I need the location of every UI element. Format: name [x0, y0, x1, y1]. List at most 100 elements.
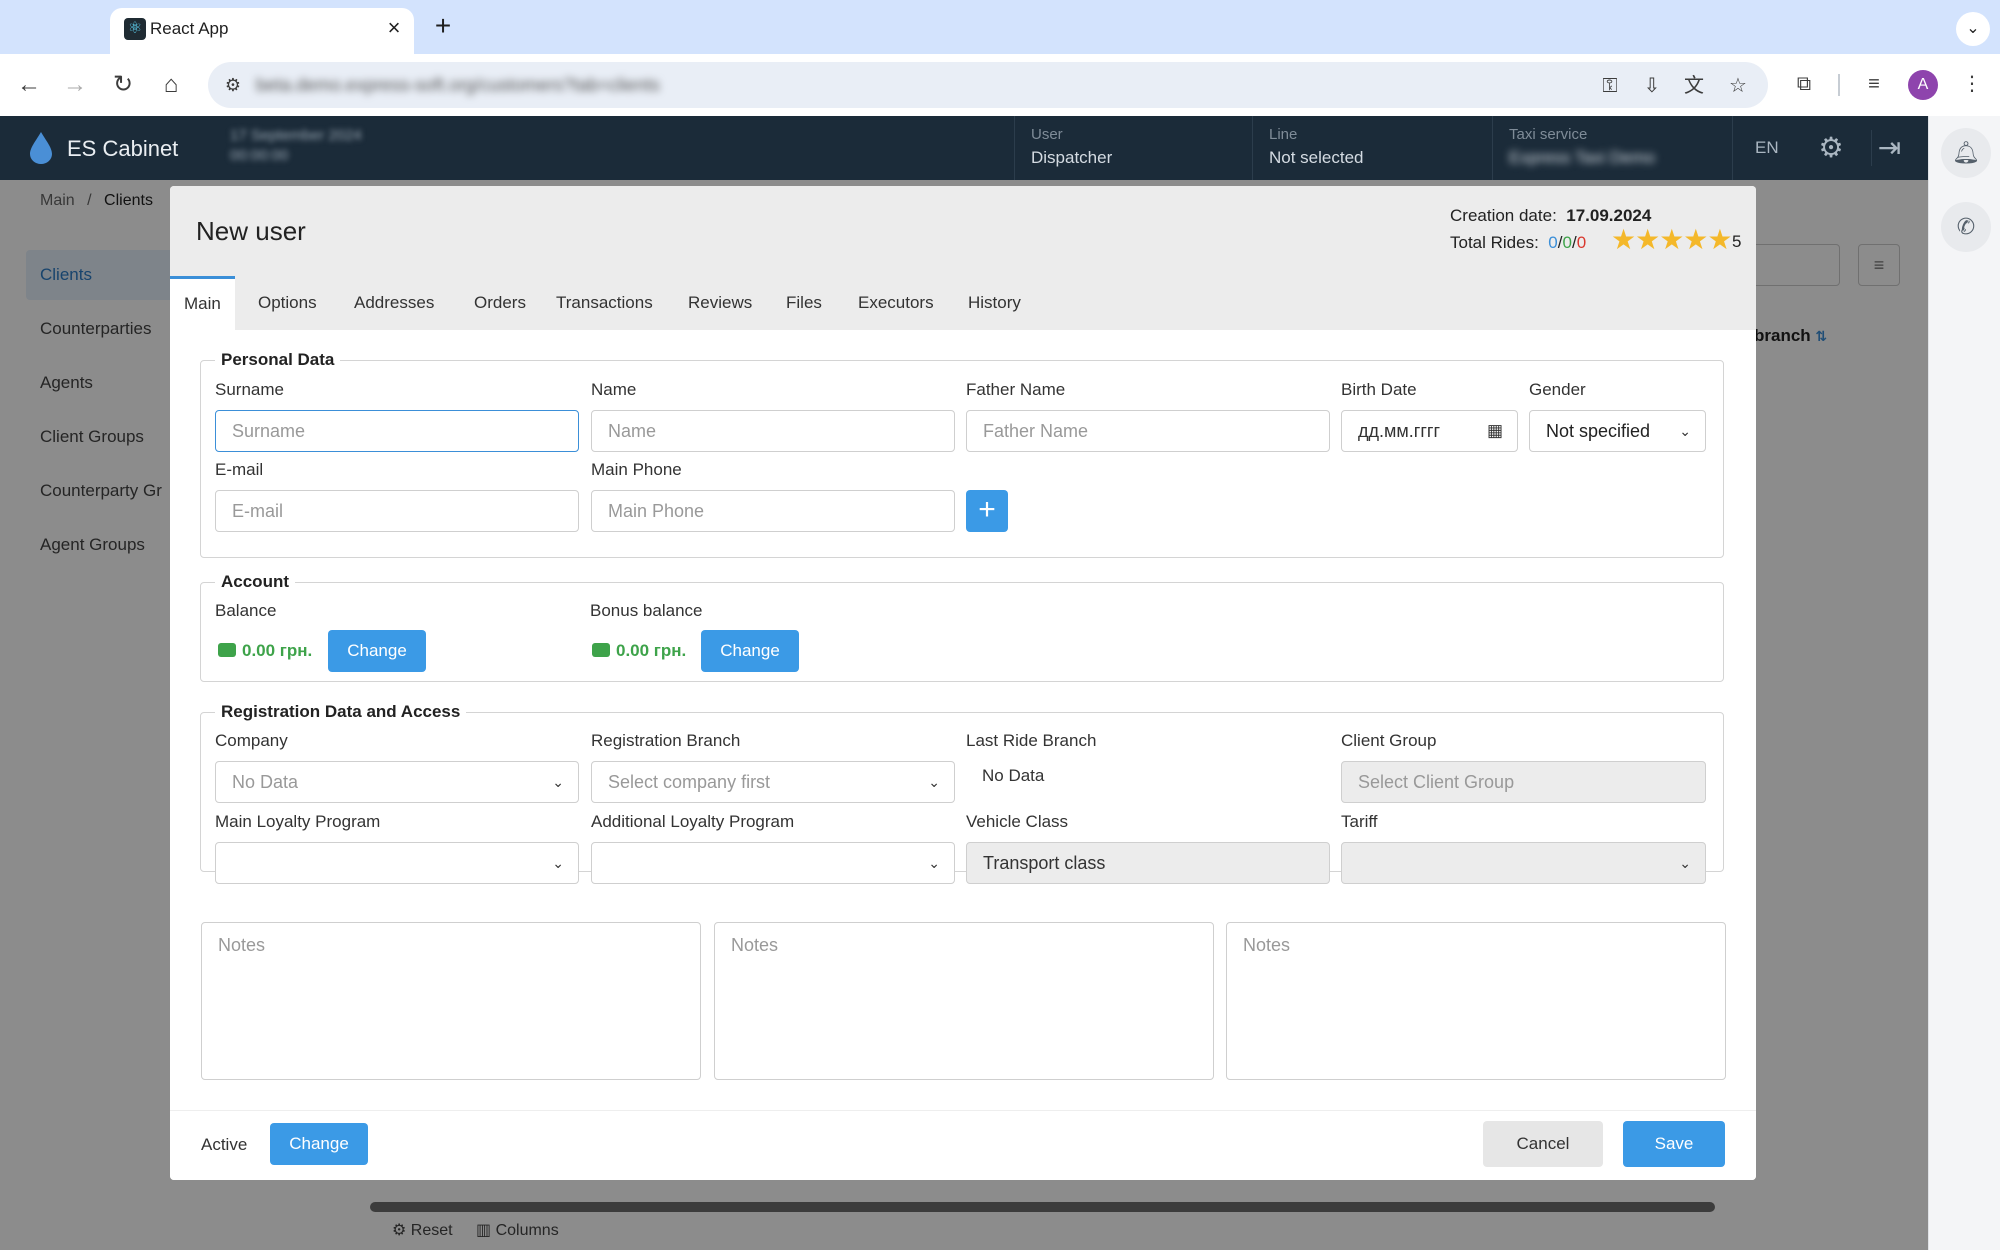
registration-branch-label: Registration Branch	[591, 731, 741, 750]
add-phone-button[interactable]: +	[966, 490, 1008, 532]
vehicle-class-field[interactable]: Transport class	[966, 842, 1330, 884]
company-select[interactable]: No Data ⌄	[215, 761, 579, 803]
tab-main[interactable]: Main	[170, 276, 235, 330]
header-actions: EN ⚙ ⇥	[1732, 116, 1928, 180]
status-label: Active	[201, 1135, 248, 1154]
cancel-button[interactable]: Cancel	[1483, 1121, 1603, 1167]
modal-title: New user	[196, 216, 306, 246]
tariff-label: Tariff	[1341, 812, 1378, 831]
tab-orders[interactable]: Orders	[474, 276, 526, 330]
change-balance-button[interactable]: Change	[328, 630, 426, 672]
gear-icon[interactable]: ⚙	[1813, 130, 1849, 166]
reload-icon[interactable]: ↻	[106, 68, 140, 102]
birth-date-label: Birth Date	[1341, 380, 1417, 399]
notes-field-1[interactable]	[201, 922, 701, 1080]
new-tab-icon[interactable]: +	[428, 12, 458, 42]
right-side-panel: 🔔︎ ✆	[1928, 116, 2000, 1250]
profile-avatar[interactable]: A	[1908, 70, 1938, 100]
browser-menu-icon[interactable]: ⋮	[1958, 70, 1986, 98]
bell-icon[interactable]: 🔔︎	[1941, 128, 1991, 178]
registration-branch-select[interactable]: Select company first ⌄	[591, 761, 955, 803]
address-bar[interactable]: ⚙ beta.demo.express-soft.org/customers?t…	[208, 62, 1768, 108]
tab-title: React App	[150, 19, 229, 38]
browser-tab[interactable]: ⚛ React App ×	[110, 8, 414, 54]
toolbar-divider	[1838, 74, 1840, 96]
calendar-icon[interactable]: ▦	[1487, 411, 1503, 451]
balance-value: 0.00 грн.	[242, 641, 313, 660]
bookmark-star-icon[interactable]: ☆	[1724, 72, 1752, 100]
account-title: Account	[221, 572, 289, 591]
close-tab-icon[interactable]: ×	[382, 16, 406, 40]
change-status-button[interactable]: Change	[270, 1123, 368, 1165]
header-user[interactable]: User Dispatcher	[1014, 116, 1252, 180]
surname-label: Surname	[215, 380, 284, 399]
tab-files[interactable]: Files	[786, 276, 822, 330]
notes-field-2[interactable]	[714, 922, 1214, 1080]
personal-data-title: Personal Data	[221, 350, 335, 369]
header-taxi-service[interactable]: Taxi service Express Taxi Demo	[1492, 116, 1732, 180]
chevron-down-icon: ⌄	[1679, 423, 1691, 439]
header-line[interactable]: Line Not selected	[1252, 116, 1492, 180]
creation-date: Creation date: 17.09.2024	[1450, 206, 1652, 225]
chevron-down-icon: ⌄	[552, 855, 564, 871]
gender-label: Gender	[1529, 380, 1586, 399]
client-group-select[interactable]: Select Client Group	[1341, 761, 1706, 803]
forward-icon[interactable]: →	[58, 68, 92, 102]
tab-search-icon[interactable]: ⌄	[1956, 12, 1990, 46]
main-loyalty-label: Main Loyalty Program	[215, 812, 381, 831]
father-name-input[interactable]	[966, 410, 1330, 452]
home-icon[interactable]: ⌂	[154, 68, 188, 102]
app-header: ES Cabinet 17 September 2024 00:00:00 Us…	[0, 116, 1928, 180]
tab-reviews[interactable]: Reviews	[688, 276, 752, 330]
translate-icon[interactable]: 文	[1680, 72, 1708, 100]
registration-title: Registration Data and Access	[221, 702, 461, 721]
browser-toolbar: ← → ↻ ⌂ ⚙ beta.demo.express-soft.org/cus…	[0, 54, 2000, 116]
logout-icon[interactable]: ⇥	[1871, 130, 1907, 166]
tab-transactions[interactable]: Transactions	[556, 276, 653, 330]
name-input[interactable]	[591, 410, 955, 452]
email-label: E-mail	[215, 460, 264, 479]
notes-field-3[interactable]	[1226, 922, 1726, 1080]
header-date: 17 September 2024 00:00:00	[230, 127, 362, 164]
chevron-down-icon: ⌄	[552, 774, 564, 790]
logo-drop-icon	[30, 132, 52, 164]
save-button[interactable]: Save	[1623, 1121, 1725, 1167]
media-icon[interactable]: ≡	[1860, 70, 1888, 98]
email-input[interactable]	[215, 490, 579, 532]
additional-loyalty-select[interactable]: ⌄	[591, 842, 955, 884]
modal-footer: Active Change Cancel Save	[170, 1110, 1756, 1180]
tab-history[interactable]: History	[968, 276, 1021, 330]
total-rides: Total Rides: 0/0/0	[1450, 233, 1587, 252]
bonus-balance-label: Bonus balance	[590, 601, 703, 620]
rating-value: 5	[1732, 232, 1742, 251]
birth-date-input[interactable]: дд.мм.гггг ▦	[1341, 410, 1518, 452]
browser-tabstrip: ⚛ React App × + ⌄	[0, 0, 2000, 54]
tab-addresses[interactable]: Addresses	[354, 276, 434, 330]
main-loyalty-select[interactable]: ⌄	[215, 842, 579, 884]
site-info-icon[interactable]: ⚙	[220, 72, 246, 98]
install-icon[interactable]: ⇩	[1638, 72, 1666, 100]
chevron-down-icon: ⌄	[1679, 855, 1691, 871]
app-title: ES Cabinet	[67, 136, 179, 161]
key-icon[interactable]: ⚿	[1596, 72, 1624, 100]
client-group-label: Client Group	[1341, 731, 1437, 750]
chevron-down-icon: ⌄	[928, 855, 940, 871]
main-phone-input[interactable]	[591, 490, 955, 532]
extensions-icon[interactable]: ⧉	[1790, 70, 1818, 98]
back-icon[interactable]: ←	[12, 68, 46, 102]
account-section: Account	[200, 572, 1724, 682]
url-text[interactable]: beta.demo.express-soft.org/customers?tab…	[256, 74, 660, 96]
change-bonus-button[interactable]: Change	[701, 630, 799, 672]
additional-loyalty-label: Additional Loyalty Program	[591, 812, 795, 831]
surname-input[interactable]	[215, 410, 579, 452]
gender-select[interactable]: Not specified ⌄	[1529, 410, 1706, 452]
tariff-select[interactable]: ⌄	[1341, 842, 1706, 884]
phone-icon[interactable]: ✆	[1941, 202, 1991, 252]
bonus-balance-value: 0.00 грн.	[616, 641, 687, 660]
tab-options[interactable]: Options	[258, 276, 317, 330]
language-switch[interactable]: EN	[1755, 138, 1779, 158]
chevron-down-icon: ⌄	[928, 774, 940, 790]
tab-executors[interactable]: Executors	[858, 276, 934, 330]
last-ride-branch-label: Last Ride Branch	[966, 731, 1097, 750]
father-name-label: Father Name	[966, 380, 1066, 399]
